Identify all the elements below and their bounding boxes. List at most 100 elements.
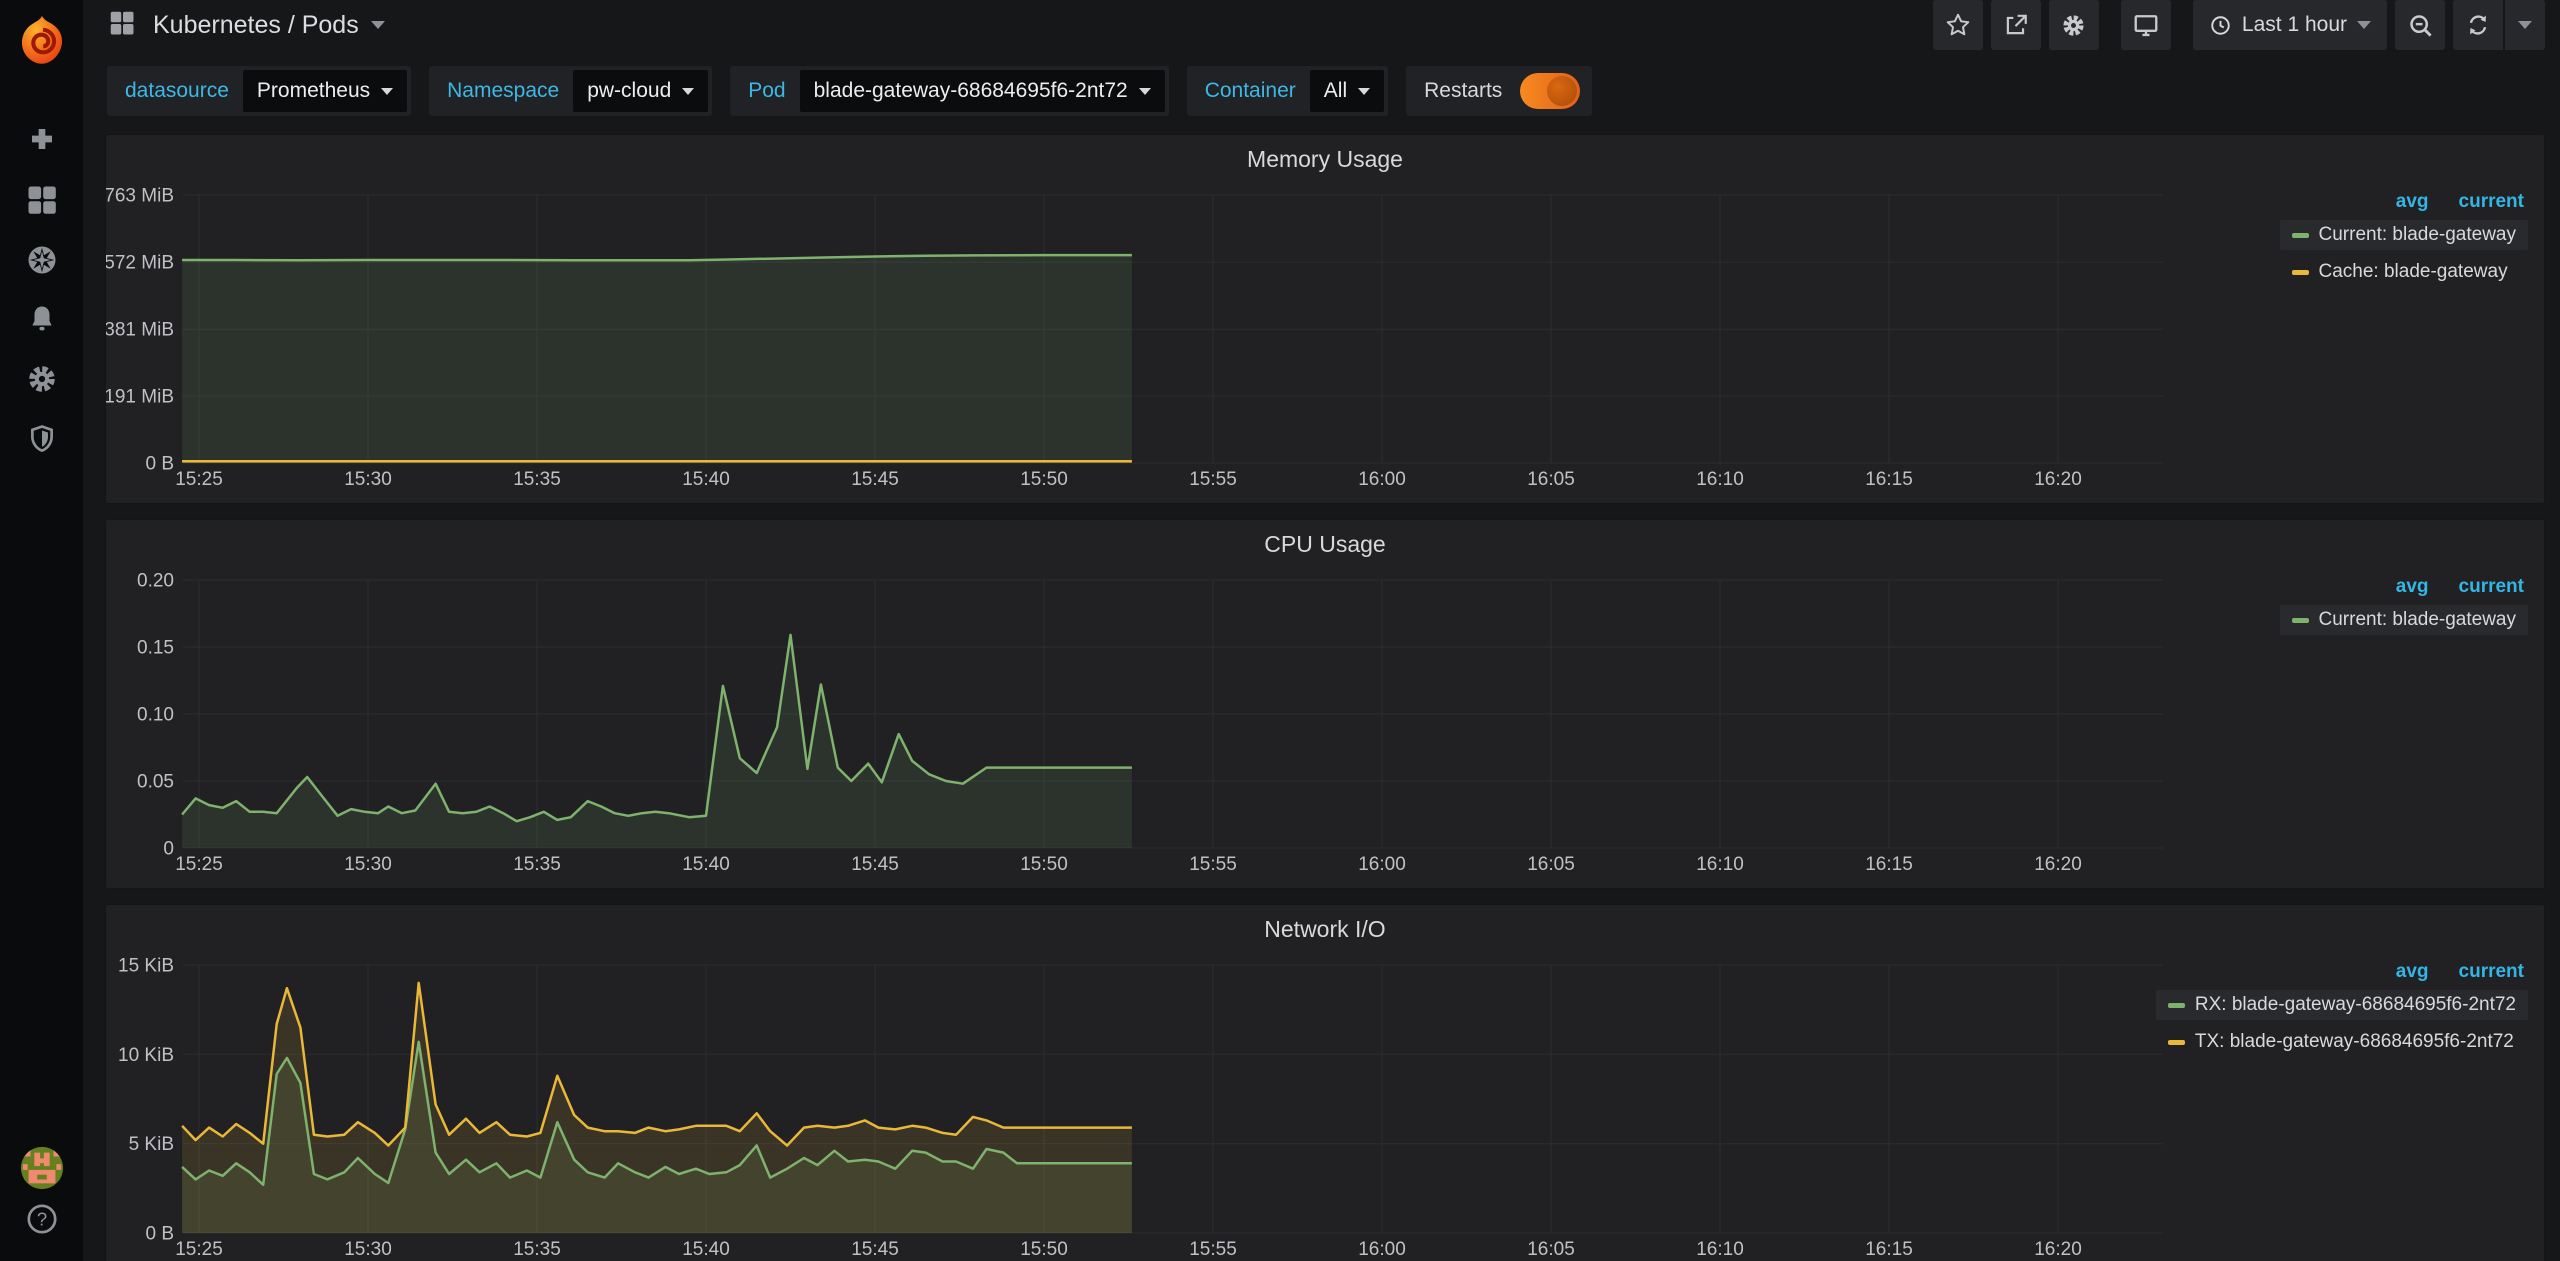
- chevron-down-icon: [682, 88, 694, 95]
- plus-icon: [26, 123, 58, 155]
- time-range-label: Last 1 hour: [2242, 13, 2347, 37]
- zoom-out-icon: [2407, 12, 2434, 39]
- legend-series-name: RX: blade-gateway-68684695f6-2nt72: [2195, 994, 2516, 1016]
- legend-sort-avg[interactable]: avg: [2396, 576, 2429, 597]
- svg-text:16:20: 16:20: [2034, 469, 2082, 490]
- network-io-chart[interactable]: 15:2515:3015:3515:4015:4515:5015:5516:00…: [106, 905, 2544, 1261]
- legend-series-name: Current: blade-gateway: [2319, 609, 2517, 631]
- variable-value-dropdown[interactable]: blade-gateway-68684695f6-2nt72: [800, 70, 1165, 112]
- panel-title[interactable]: CPU Usage: [106, 531, 2544, 558]
- svg-text:0.10: 0.10: [137, 705, 174, 726]
- svg-text:16:10: 16:10: [1696, 1239, 1744, 1260]
- navbar: Kubernetes / Pods: [83, 0, 2560, 50]
- legend-sort-current[interactable]: current: [2459, 576, 2524, 597]
- sidebar-item-configuration[interactable]: [18, 362, 66, 396]
- sidebar-item-profile[interactable]: [18, 1145, 66, 1179]
- legend-series-name: TX: blade-gateway-68684695f6-2nt72: [2195, 1031, 2514, 1053]
- svg-text:572 MiB: 572 MiB: [106, 253, 174, 274]
- svg-text:?: ?: [36, 1208, 46, 1229]
- sidebar-nav: [18, 122, 66, 456]
- svg-text:15:30: 15:30: [344, 1239, 392, 1260]
- explore-compass-icon: [24, 242, 60, 278]
- sidebar: ?: [0, 0, 83, 1261]
- chevron-down-icon: [2518, 21, 2532, 29]
- legend-series[interactable]: Cache: blade-gateway: [2280, 257, 2529, 287]
- variable-value-dropdown[interactable]: Prometheus: [243, 70, 407, 112]
- sidebar-bottom: ?: [18, 1145, 66, 1261]
- cycle-view-button[interactable]: [2121, 0, 2171, 50]
- time-range-picker[interactable]: Last 1 hour: [2193, 0, 2387, 50]
- svg-text:16:05: 16:05: [1527, 1239, 1575, 1260]
- sidebar-item-explore[interactable]: [18, 242, 66, 276]
- memory-usage-chart[interactable]: 15:2515:3015:3515:4015:4515:5015:5516:00…: [106, 135, 2544, 503]
- legend-sort-current[interactable]: current: [2459, 191, 2524, 212]
- variable-value-dropdown[interactable]: pw-cloud: [573, 70, 708, 112]
- variable-restarts: Restarts: [1406, 66, 1592, 116]
- variable-datasource[interactable]: datasource Prometheus: [107, 66, 411, 116]
- navbar-toolbar: Last 1 hour: [1933, 0, 2545, 50]
- svg-text:16:20: 16:20: [2034, 1239, 2082, 1260]
- cpu-usage-chart[interactable]: 15:2515:3015:3515:4015:4515:5015:5516:00…: [106, 520, 2544, 888]
- svg-text:15:30: 15:30: [344, 469, 392, 490]
- legend-sort-current[interactable]: current: [2459, 961, 2524, 982]
- legend-swatch-icon: [2292, 233, 2309, 238]
- grafana-app: ? Kubernetes / Pods: [0, 0, 2560, 1261]
- restarts-toggle[interactable]: [1520, 73, 1580, 109]
- svg-text:191 MiB: 191 MiB: [106, 386, 174, 407]
- chevron-down-icon[interactable]: [371, 21, 385, 29]
- panel-title[interactable]: Memory Usage: [106, 146, 2544, 173]
- svg-text:15:50: 15:50: [1020, 854, 1068, 875]
- svg-text:16:15: 16:15: [1865, 1239, 1913, 1260]
- share-icon: [2003, 12, 2029, 38]
- panel-network-io: 15:2515:3015:3515:4015:4515:5015:5516:00…: [105, 904, 2545, 1261]
- legend-headers: avg current: [2280, 191, 2529, 213]
- variable-value-dropdown[interactable]: All: [1310, 70, 1384, 112]
- variable-label: datasource: [111, 70, 243, 112]
- sidebar-item-help[interactable]: ?: [18, 1201, 66, 1235]
- svg-text:15 KiB: 15 KiB: [118, 956, 174, 977]
- dashboard-title[interactable]: Kubernetes / Pods: [153, 11, 359, 40]
- favorite-star-button[interactable]: [1933, 0, 1983, 50]
- panel-memory-usage: 15:2515:3015:3515:4015:4515:5015:5516:00…: [105, 134, 2545, 504]
- variable-label: Container: [1191, 70, 1310, 112]
- legend-series[interactable]: TX: blade-gateway-68684695f6-2nt72: [2156, 1027, 2528, 1057]
- share-button[interactable]: [1991, 0, 2041, 50]
- legend-series[interactable]: Current: blade-gateway: [2280, 605, 2529, 635]
- sidebar-item-create[interactable]: [18, 122, 66, 156]
- variable-label: Pod: [734, 70, 799, 112]
- legend-sort-avg[interactable]: avg: [2396, 961, 2429, 982]
- dashboard-settings-button[interactable]: [2049, 0, 2099, 50]
- legend-series-name: Current: blade-gateway: [2319, 224, 2517, 246]
- legend-series-name: Cache: blade-gateway: [2319, 261, 2508, 283]
- sidebar-item-dashboards[interactable]: [18, 182, 66, 216]
- svg-text:15:35: 15:35: [513, 854, 561, 875]
- sidebar-item-alerting[interactable]: [18, 302, 66, 336]
- network-io-legend: avg current RX: blade-gateway-68684695f6-2…: [2156, 961, 2528, 1057]
- dashboard-panels: 15:2515:3015:3515:4015:4515:5015:5516:00…: [83, 134, 2560, 1261]
- svg-text:16:00: 16:00: [1358, 1239, 1406, 1260]
- svg-text:15:45: 15:45: [851, 854, 899, 875]
- legend-series[interactable]: Current: blade-gateway: [2280, 220, 2529, 250]
- sidebar-item-server-admin[interactable]: [18, 422, 66, 456]
- zoom-out-button[interactable]: [2395, 0, 2445, 50]
- refresh-button[interactable]: [2453, 0, 2503, 50]
- variable-namespace[interactable]: Namespace pw-cloud: [429, 66, 712, 116]
- legend-swatch-icon: [2168, 1040, 2185, 1045]
- legend-sort-avg[interactable]: avg: [2396, 191, 2429, 212]
- refresh-interval-caret[interactable]: [2505, 0, 2545, 50]
- server-admin-shield-icon: [25, 422, 59, 456]
- legend-series[interactable]: RX: blade-gateway-68684695f6-2nt72: [2156, 990, 2528, 1020]
- svg-text:15:50: 15:50: [1020, 1239, 1068, 1260]
- dashboard-squares-icon[interactable]: [107, 8, 137, 43]
- svg-text:16:20: 16:20: [2034, 854, 2082, 875]
- alerting-bell-icon: [25, 302, 59, 336]
- variable-pod[interactable]: Pod blade-gateway-68684695f6-2nt72: [730, 66, 1168, 116]
- clock-icon: [2209, 14, 2232, 37]
- chevron-down-icon: [1358, 88, 1370, 95]
- svg-text:381 MiB: 381 MiB: [106, 320, 174, 341]
- svg-text:16:05: 16:05: [1527, 469, 1575, 490]
- grafana-logo[interactable]: [0, 0, 83, 82]
- variable-container[interactable]: Container All: [1187, 66, 1388, 116]
- chevron-down-icon: [381, 88, 393, 95]
- panel-title[interactable]: Network I/O: [106, 916, 2544, 943]
